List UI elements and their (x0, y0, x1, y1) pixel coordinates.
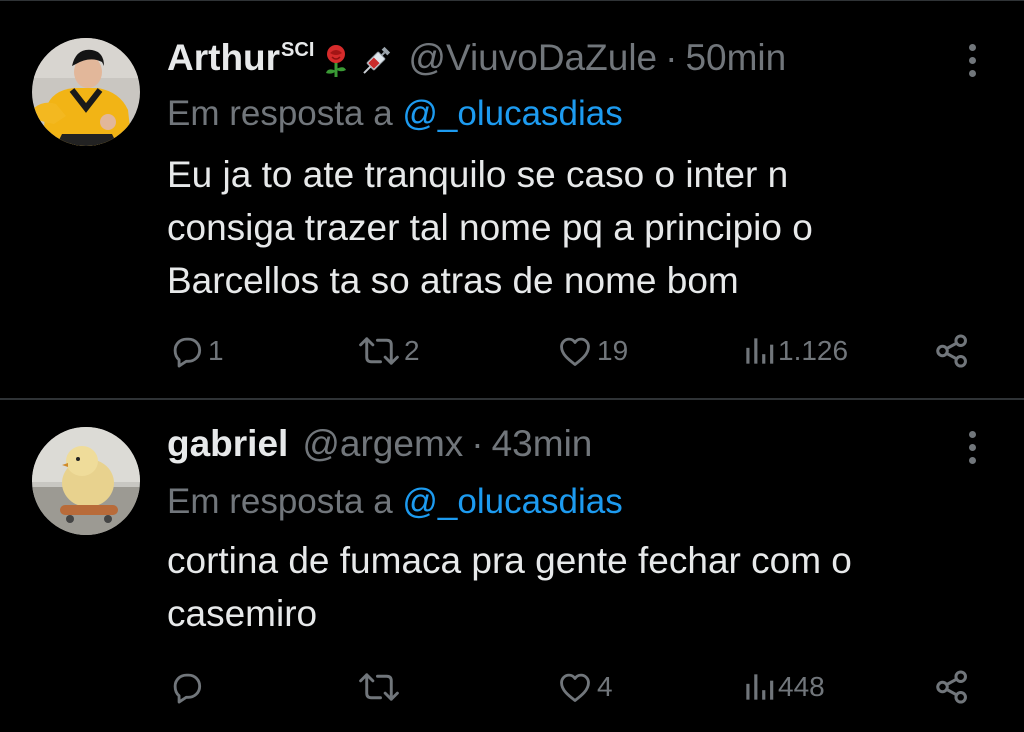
reply-context: Em resposta a @_olucasdias (167, 92, 623, 136)
reply-context: Em resposta a @_olucasdias (167, 480, 623, 524)
views-button[interactable]: 1.126 (742, 328, 848, 374)
action-bar: 1 2 19 1.126 (0, 328, 1024, 374)
tweet-text-line: consiga trazer tal nome pq a principio o (167, 207, 813, 248)
rose-emoji (318, 43, 354, 79)
avatar-image (32, 427, 140, 535)
reply-button[interactable]: 1 (168, 328, 224, 374)
avatar[interactable] (32, 427, 140, 535)
reply-mention-link[interactable]: @_olucasdias (402, 482, 622, 521)
views-button[interactable]: 448 (742, 664, 825, 710)
like-button[interactable]: 4 (555, 664, 613, 710)
like-count: 19 (597, 335, 629, 366)
separator: · (665, 37, 678, 78)
share-icon (936, 334, 967, 368)
timestamp[interactable]: 43min (492, 422, 593, 466)
tweet-text-line: Barcellos ta so atras de nome bom (167, 260, 739, 301)
reply-icon (173, 337, 202, 368)
handle[interactable]: @ViuvoDaZule (408, 36, 657, 80)
syringe-emoji (358, 43, 394, 79)
tweet-header: Arthur SCI @ViuvoDaZule · 50min (167, 36, 954, 86)
heart-icon (560, 673, 590, 702)
share-button[interactable] (932, 664, 972, 710)
timestamp[interactable]: 50min (685, 36, 786, 80)
reply-prefix: Em resposta a (167, 482, 393, 521)
retweet-button[interactable]: 2 (356, 328, 420, 374)
avatar-image (32, 38, 140, 146)
heart-icon (560, 337, 590, 366)
action-bar: 4 448 (0, 664, 1024, 710)
more-icon[interactable] (960, 425, 984, 469)
tweet-text: cortina de fumaca pra gente fechar com o… (167, 534, 967, 640)
like-button[interactable]: 19 (555, 328, 628, 374)
views-count: 1.126 (778, 335, 849, 366)
tweet[interactable]: Arthur SCI @ViuvoDaZule · 50min Em respo… (0, 0, 1024, 398)
retweet-button[interactable] (356, 664, 404, 710)
display-name[interactable]: Arthur (167, 36, 280, 80)
views-icon (746, 338, 774, 364)
tweet-text-line: cortina de fumaca pra gente fechar com o (167, 540, 852, 581)
avatar[interactable] (32, 38, 140, 146)
retweet-count: 2 (404, 335, 420, 366)
like-count: 4 (597, 671, 613, 702)
display-name[interactable]: gabriel (167, 422, 288, 466)
tweet-text-line: casemiro (167, 593, 318, 634)
reply-mention-link[interactable]: @_olucasdias (402, 94, 622, 133)
views-count: 448 (778, 671, 825, 702)
reply-icon (173, 673, 202, 704)
reply-count: 1 (208, 335, 224, 366)
separator: · (471, 423, 484, 464)
views-icon (746, 674, 774, 700)
retweet-icon (359, 673, 399, 701)
tweet-text: Eu ja to ate tranquilo se caso o inter n… (167, 148, 967, 307)
display-name-superscript: SCI (281, 39, 315, 61)
reply-prefix: Em resposta a (167, 94, 393, 133)
more-icon[interactable] (960, 38, 984, 82)
tweet-text-line: Eu ja to ate tranquilo se caso o inter n (167, 154, 789, 195)
reply-button[interactable] (168, 664, 208, 710)
tweet[interactable]: gabriel @argemx · 43min Em resposta a @_… (0, 400, 1024, 732)
handle[interactable]: @argemx (302, 422, 463, 466)
tweet-header: gabriel @argemx · 43min (167, 422, 954, 466)
retweet-icon (359, 337, 399, 365)
share-icon (936, 670, 967, 704)
share-button[interactable] (932, 328, 972, 374)
